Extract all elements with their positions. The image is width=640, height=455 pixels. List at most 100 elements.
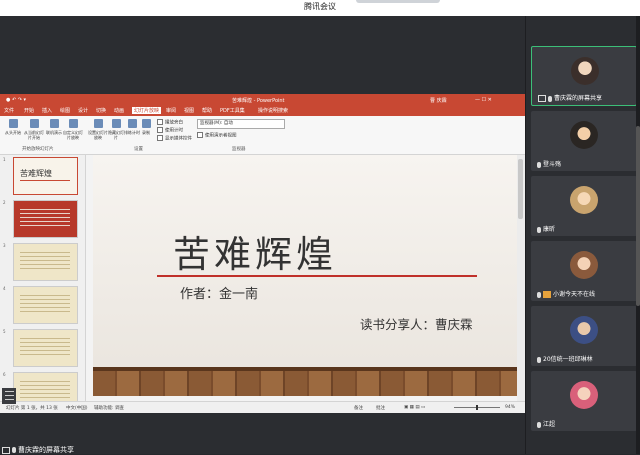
profile-icon	[543, 291, 551, 298]
zoom-level[interactable]: 94%	[505, 405, 515, 410]
mic-muted-icon	[537, 291, 541, 298]
participant-name: 江超	[543, 421, 556, 428]
wood-floor-decoration	[93, 367, 517, 396]
slide-thumbnail[interactable]	[13, 329, 78, 367]
tab-pdf[interactable]: PDF工具集	[220, 107, 245, 114]
slide-thumbnail[interactable]	[13, 372, 78, 402]
ppt-titlebar: ● ↶ ↷ ▾ 苦难辉煌 - PowerPoint 曹 庆霖 — ☐ ✕	[0, 94, 525, 106]
menu-icon[interactable]	[2, 388, 16, 404]
participant-name: 康昕	[543, 226, 556, 233]
tab-file[interactable]: 文件	[4, 107, 14, 114]
setup-icon	[93, 119, 103, 128]
participant-name: 登斗殇	[543, 161, 562, 168]
tab-slideshow[interactable]: 幻灯片放映	[132, 107, 162, 114]
sharer-name: 曹庆霖的屏幕共享	[18, 446, 74, 454]
ppt-statusbar: 幻灯片 第 1 张，共 13 张 中文(中国) 辅助功能: 调查 备注 批注 ▣…	[0, 401, 525, 413]
screen-share-icon	[2, 446, 10, 454]
setup-show-button[interactable]: 设置幻灯片放映	[88, 119, 108, 140]
participant-tile[interactable]: 小谢今天不在线	[531, 241, 637, 301]
comments-button[interactable]: 批注	[376, 405, 385, 411]
participant-name: 曹庆霖的屏幕共享	[554, 95, 603, 102]
record-icon	[141, 119, 151, 128]
ppt-ribbon-tabs: 文件 开始 插入 绘图 设计 切换 动画 幻灯片放映 审阅 视图 帮助 PDF工…	[0, 106, 525, 116]
ppt-ribbon: 从头开始 从当前幻灯片开始 联机演示 自定义幻灯片放映 设置幻灯片放映 隐藏幻灯…	[0, 116, 525, 155]
online-present-button[interactable]: 联机演示	[46, 119, 62, 135]
title-underline	[157, 275, 477, 277]
screen-share-icon	[538, 95, 546, 102]
play-icon	[29, 119, 39, 128]
tab-animations[interactable]: 动画	[114, 107, 124, 114]
tab-review[interactable]: 审阅	[166, 107, 176, 114]
tell-me-search[interactable]: 操作说明搜索	[258, 107, 288, 114]
mic-icon	[548, 95, 552, 102]
check-timing[interactable]: 使用计时	[157, 127, 183, 134]
mic-muted-icon	[537, 356, 541, 363]
slide-author: 作者：金一南	[180, 287, 259, 302]
slide-thumbnail[interactable]	[13, 243, 78, 281]
slide-scrollbar[interactable]	[517, 155, 525, 401]
accessibility-status[interactable]: 辅助功能: 调查	[94, 405, 124, 411]
zoom-slider[interactable]	[454, 405, 500, 410]
tab-view[interactable]: 视图	[184, 107, 194, 114]
participant-tile[interactable]: 江超	[531, 371, 637, 431]
tab-draw[interactable]: 绘图	[60, 107, 70, 114]
slide-thumbnail[interactable]: 苦难辉煌	[13, 157, 78, 195]
slide-title: 苦难辉煌	[173, 233, 337, 276]
window-controls-icon[interactable]: — ☐ ✕	[475, 97, 492, 103]
mic-muted-icon	[537, 226, 541, 233]
from-current-button[interactable]: 从当前幻灯片开始	[23, 119, 45, 140]
participant-name: 小谢今天不在线	[553, 291, 596, 298]
avatar	[570, 316, 598, 344]
check-media[interactable]: 显示媒体控件	[157, 135, 192, 142]
group-start: 开始放映幻灯片	[22, 147, 54, 152]
tab-transitions[interactable]: 切换	[96, 107, 106, 114]
group-setup: 设置	[134, 147, 143, 152]
custom-icon	[68, 119, 78, 128]
avatar	[570, 251, 598, 279]
participant-panel: 曹庆霖的屏幕共享 登斗殇 康昕 小谢今天不在线 20信统一班邱琳林 江超	[525, 16, 640, 454]
avatar	[571, 57, 599, 85]
slide-sharer: 读书分享人：曹庆霖	[360, 317, 473, 332]
meeting-titlebar: 腾讯会议	[0, 0, 640, 16]
current-slide[interactable]: 苦难辉煌 作者：金一南 读书分享人：曹庆霖	[93, 155, 517, 396]
participant-name: 20信统一班邱琳林	[543, 356, 593, 363]
tab-insert[interactable]: 插入	[42, 107, 52, 114]
notes-button[interactable]: 备注	[354, 405, 363, 411]
avatar	[570, 186, 598, 214]
participant-tile[interactable]: 康昕	[531, 176, 637, 236]
custom-show-button[interactable]: 自定义幻灯片放映	[62, 119, 84, 140]
avatar	[570, 121, 598, 149]
group-monitor: 监视器	[232, 147, 246, 152]
tab-home[interactable]: 开始	[24, 107, 34, 114]
tab-design[interactable]: 设计	[78, 107, 88, 114]
app-title: 腾讯会议	[304, 2, 336, 11]
panel-scrollbar[interactable]	[636, 16, 640, 454]
powerpoint-window: ● ↶ ↷ ▾ 苦难辉煌 - PowerPoint 曹 庆霖 — ☐ ✕ 文件 …	[0, 94, 525, 413]
mic-icon	[12, 447, 16, 453]
slide-thumbnail[interactable]	[13, 200, 78, 238]
record-button[interactable]: 录制	[140, 119, 152, 135]
participant-tile[interactable]: 20信统一班邱琳林	[531, 306, 637, 366]
hide-icon	[111, 119, 121, 128]
monitor-select[interactable]: 监视器(M): 自动	[197, 119, 285, 129]
avatar	[570, 381, 598, 409]
mic-muted-icon	[537, 421, 541, 428]
rehearse-button[interactable]: 排练计时	[124, 119, 140, 135]
participant-tile[interactable]: 曹庆霖的屏幕共享	[531, 46, 637, 106]
slide-thumbnail[interactable]	[13, 286, 78, 324]
autosave-icon[interactable]: ● ↶ ↷ ▾	[6, 97, 26, 103]
check-narration[interactable]: 播放旁白	[157, 119, 183, 126]
participant-tile[interactable]: 登斗殇	[531, 111, 637, 171]
tab-help[interactable]: 帮助	[202, 107, 212, 114]
ppt-window-title: 苦难辉煌 - PowerPoint	[232, 98, 285, 104]
hide-slide-button[interactable]: 隐藏幻灯片	[108, 119, 124, 140]
from-beginning-button[interactable]: 从头开始	[4, 119, 22, 135]
check-presenter-view[interactable]: 使用演示者视图	[197, 132, 237, 139]
view-icons[interactable]: ▣ ▦ ▤ ▭	[404, 405, 425, 410]
ppt-user[interactable]: 曹 庆霖	[430, 97, 447, 104]
language-status[interactable]: 中文(中国)	[66, 405, 88, 411]
shared-screen-area: ● ↶ ↷ ▾ 苦难辉煌 - PowerPoint 曹 庆霖 — ☐ ✕ 文件 …	[0, 16, 525, 454]
timer-icon	[127, 119, 137, 128]
play-icon	[8, 119, 18, 128]
slide-count: 幻灯片 第 1 张，共 13 张	[6, 406, 58, 411]
